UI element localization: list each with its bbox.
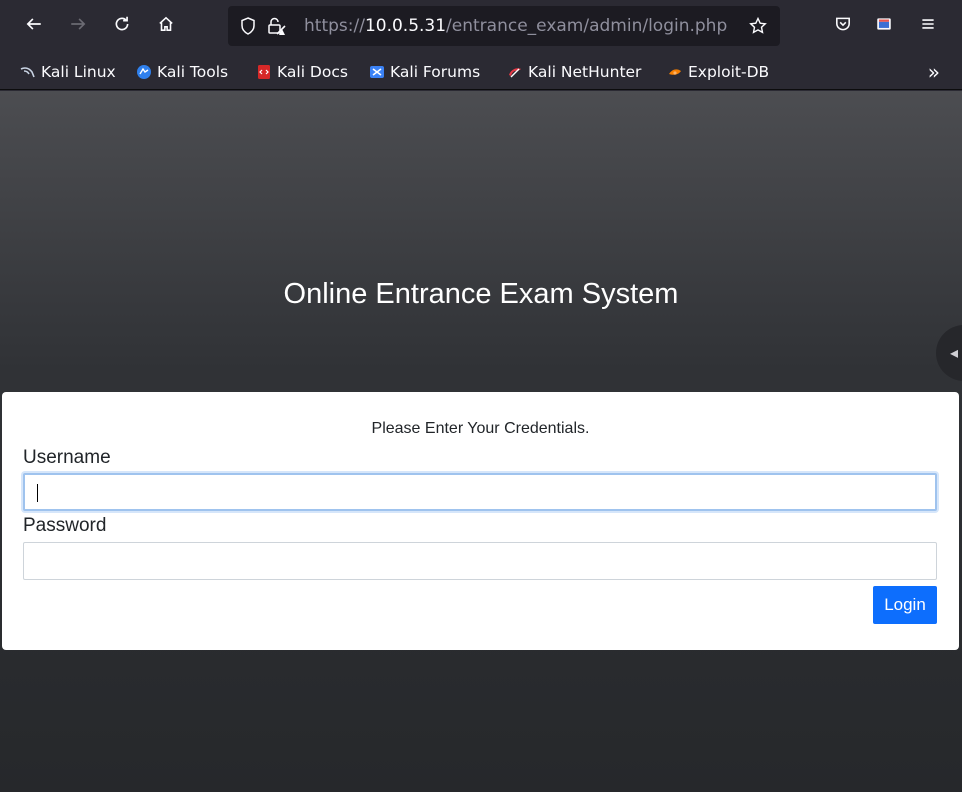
bookmark-kali-tools[interactable]: Kali Tools — [136, 61, 228, 83]
kali-docs-icon — [258, 65, 270, 79]
url-host: 10.0.5.31 — [364, 16, 447, 36]
forward-button[interactable] — [64, 10, 92, 38]
kali-tools-icon — [137, 65, 151, 79]
menu-button[interactable] — [914, 10, 942, 38]
bookmark-kali-docs[interactable]: Kali Docs — [256, 61, 348, 83]
url-bar[interactable]: https://10.0.5.31/entrance_exam/admin/lo… — [228, 6, 780, 46]
chevron-left-icon: ◂ — [950, 343, 959, 362]
login-button[interactable]: Login — [873, 586, 937, 624]
password-label: Password — [23, 515, 107, 536]
bookmark-kali-nethunter[interactable]: Kali NetHunter — [507, 61, 641, 83]
exploit-db-icon — [669, 69, 681, 75]
page-content: Online Entrance Exam System ◂ Please Ent… — [0, 91, 962, 792]
shield-icon[interactable] — [238, 16, 258, 36]
side-panel-handle[interactable]: ◂ — [936, 325, 962, 381]
star-icon[interactable] — [748, 16, 768, 36]
more-bookmarks-button[interactable]: » — [928, 61, 940, 83]
url-scheme: https:// — [304, 16, 365, 36]
bookmark-exploit-db[interactable]: Exploit-DB — [667, 61, 769, 83]
username-label: Username — [23, 447, 111, 468]
text-caret — [37, 484, 38, 502]
lock-warning-icon[interactable] — [266, 16, 286, 36]
bookmark-label: Exploit-DB — [688, 63, 770, 81]
bookmark-label: Kali Linux — [41, 63, 116, 81]
reload-icon — [115, 16, 129, 31]
bookmark-label: Kali Docs — [277, 63, 348, 81]
url-path: /entrance_exam/admin/login.php — [446, 16, 728, 36]
bookmark-label: Kali Tools — [157, 63, 229, 81]
login-card: Please Enter Your Credentials. Username … — [2, 392, 959, 650]
username-input[interactable] — [23, 473, 937, 511]
credentials-prompt: Please Enter Your Credentials. — [371, 420, 590, 437]
kali-dragon-icon — [20, 67, 35, 78]
browser-toolbar: https://10.0.5.31/entrance_exam/admin/lo… — [0, 0, 962, 54]
kali-nethunter-icon — [509, 68, 521, 78]
home-button[interactable] — [152, 10, 180, 38]
home-icon — [159, 16, 173, 31]
bookmark-kali-linux[interactable]: Kali Linux — [20, 61, 116, 83]
page-title: Online Entrance Exam System — [283, 278, 679, 310]
hamburger-menu-icon — [922, 19, 934, 29]
bookmark-label: Kali NetHunter — [528, 63, 642, 81]
reload-button[interactable] — [108, 10, 136, 38]
bookmark-kali-forums[interactable]: Kali Forums — [369, 61, 480, 83]
kali-forums-icon — [370, 66, 384, 78]
arrow-right-icon — [71, 18, 86, 30]
extension-button[interactable] — [870, 10, 898, 38]
url-text[interactable]: https://10.0.5.31/entrance_exam/admin/lo… — [304, 15, 727, 37]
arrow-left-icon — [26, 18, 41, 30]
pocket-button[interactable] — [829, 10, 857, 38]
extension-icon — [877, 18, 891, 30]
bookmarks-toolbar: Kali Linux Kali Tools Kali Docs Kali For… — [0, 54, 962, 90]
bookmark-label: Kali Forums — [390, 63, 481, 81]
pocket-icon — [836, 17, 850, 31]
password-input[interactable] — [23, 542, 937, 580]
back-button[interactable] — [20, 10, 48, 38]
